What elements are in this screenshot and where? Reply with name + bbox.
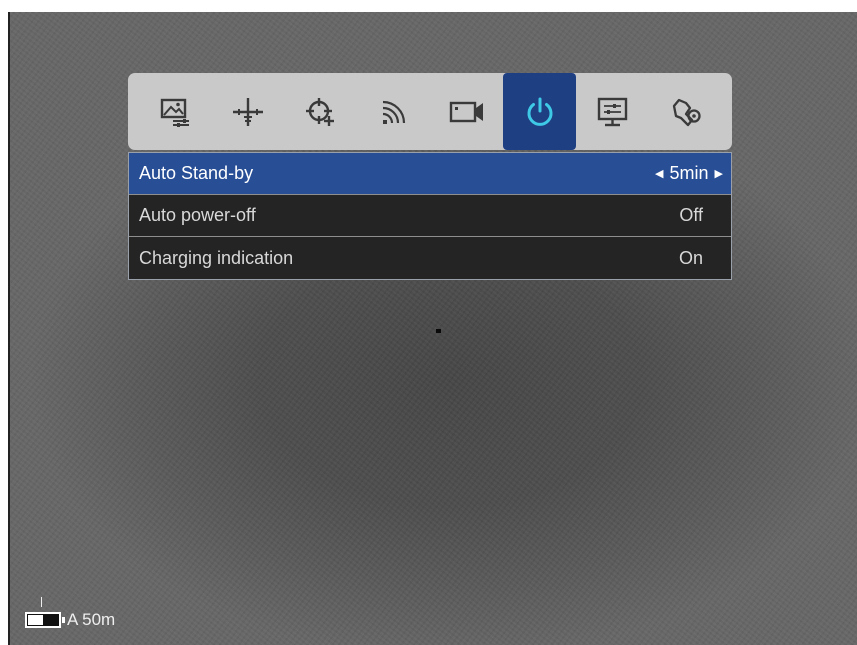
center-aim-dot — [436, 329, 441, 333]
general-settings-icon — [672, 98, 701, 126]
arrow-left-icon[interactable]: ◀ — [655, 167, 663, 180]
tab-reticle[interactable] — [211, 73, 284, 150]
setting-label: Auto Stand-by — [139, 163, 254, 183]
display-settings-icon — [597, 97, 627, 126]
battery-tip — [62, 617, 65, 623]
setting-value-selector[interactable]: ◀ 5min ▶ — [655, 163, 723, 184]
tab-image[interactable] — [138, 73, 211, 150]
setting-row-auto-power-off[interactable]: Auto power-off Off — [129, 195, 731, 237]
setting-value: Off — [679, 205, 703, 225]
range-indicator: A 50m — [67, 610, 116, 629]
setting-label: Charging indication — [139, 247, 294, 268]
battery-icon — [25, 612, 65, 628]
settings-menu: Auto Stand-by ◀ 5min ▶ Auto power-off Of… — [128, 73, 732, 280]
tab-wifi[interactable] — [357, 73, 430, 150]
setting-value: On — [678, 247, 703, 268]
setting-row-auto-standby[interactable]: Auto Stand-by ◀ 5min ▶ — [129, 153, 731, 195]
tab-general[interactable] — [649, 73, 722, 150]
setting-value: 5min — [669, 163, 709, 183]
tab-display[interactable] — [576, 73, 649, 150]
status-bar: A 50m — [25, 610, 115, 630]
video-icon — [449, 101, 483, 122]
status-tick — [41, 597, 42, 607]
setting-label: Auto power-off — [139, 205, 256, 225]
battery-fill — [28, 615, 43, 625]
tab-video[interactable] — [430, 73, 503, 150]
setting-row-charging-indication[interactable]: Charging indication On — [129, 237, 731, 279]
tab-power[interactable] — [503, 73, 576, 150]
zeroing-icon — [305, 97, 334, 126]
image-settings-icon — [160, 98, 189, 127]
arrow-right-icon[interactable]: ▶ — [715, 167, 723, 180]
settings-list: Auto Stand-by ◀ 5min ▶ Auto power-off Of… — [128, 152, 732, 280]
menu-tab-bar — [128, 73, 732, 150]
wifi-icon — [382, 100, 405, 124]
reticle-icon — [232, 97, 263, 126]
tab-zeroing[interactable] — [284, 73, 357, 150]
power-icon — [527, 97, 552, 126]
